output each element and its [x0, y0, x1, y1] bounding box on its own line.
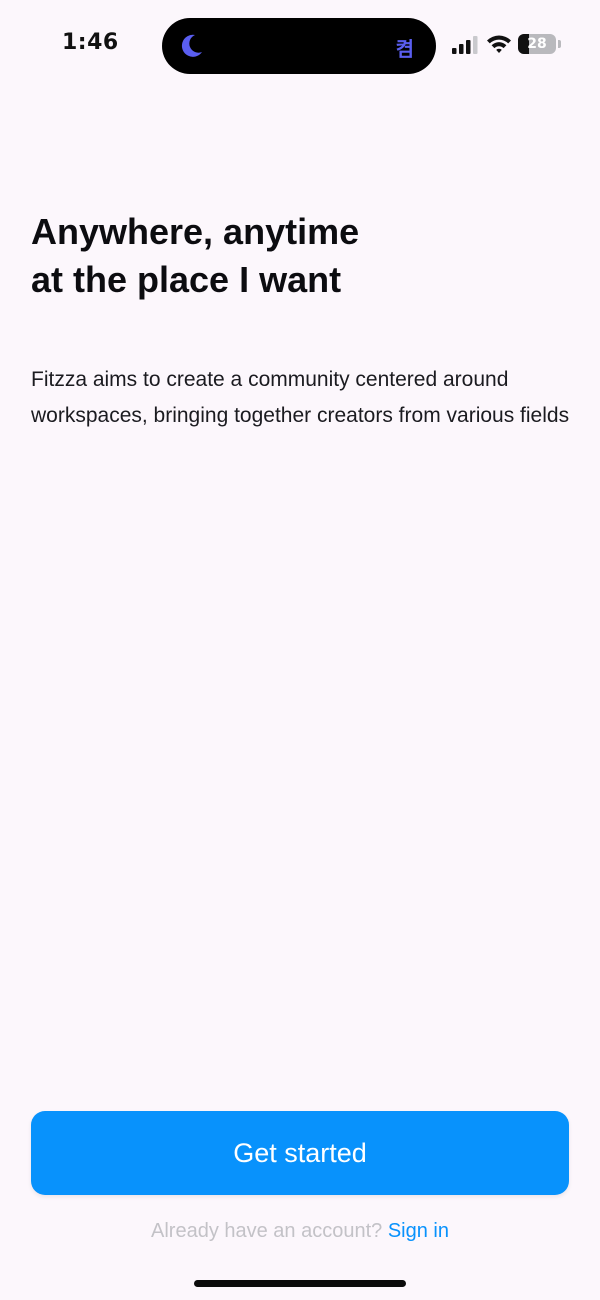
onboarding-description: Fitzza aims to create a community center…	[31, 368, 570, 427]
battery-nub	[558, 40, 561, 48]
signin-link[interactable]: Sign in	[388, 1220, 449, 1242]
moon-icon	[181, 34, 202, 57]
headline-line-1: Anywhere, anytime	[31, 211, 360, 252]
battery-level-text: 28	[527, 36, 547, 52]
island-indicator-text: 켬	[395, 37, 414, 61]
status-time: 1:46	[62, 30, 119, 55]
battery-icon: 28	[518, 34, 564, 56]
wifi-icon	[487, 35, 511, 53]
headline-line-2: at the place I want	[31, 259, 342, 300]
dynamic-island: 켬	[162, 18, 436, 74]
home-indicator[interactable]	[194, 1280, 406, 1287]
battery-body: 28	[518, 34, 556, 54]
onboarding-headline: Anywhere, anytime at the place I want	[31, 208, 571, 304]
get-started-button[interactable]: Get started	[31, 1111, 569, 1195]
cellular-signal-icon	[452, 36, 478, 54]
signin-row: Already have an account? Sign in	[0, 1220, 600, 1243]
signin-prompt: Already have an account?	[151, 1220, 383, 1242]
status-bar: 1:46 켬 28	[0, 0, 600, 90]
